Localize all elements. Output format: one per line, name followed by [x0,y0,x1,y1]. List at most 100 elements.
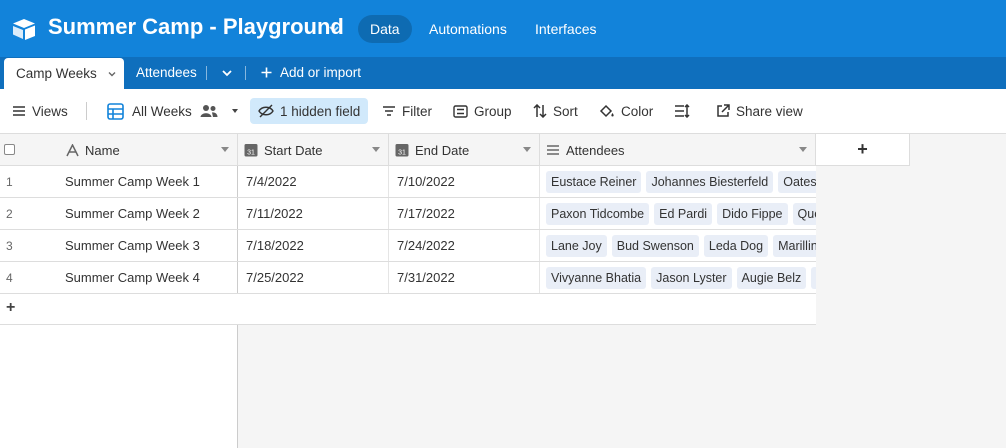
row-height-icon [675,104,690,118]
select-all-checkbox[interactable] [4,144,15,155]
caret-down-icon[interactable] [372,147,380,152]
start-date-cell[interactable]: 7/11/2022 [238,198,389,229]
add-column-button[interactable]: + [816,134,910,166]
end-date-cell[interactable]: 7/24/2022 [389,230,540,261]
attendee-chip[interactable]: Marillin D [773,234,816,257]
chevron-down-icon[interactable] [327,22,341,36]
start-date-cell[interactable]: 7/18/2022 [238,230,389,261]
nav-interfaces[interactable]: Interfaces [523,15,608,43]
views-button[interactable]: Views [12,89,68,133]
color-label: Color [621,103,654,119]
table-row[interactable]: 1 Summer Camp Week 1 7/4/2022 7/10/2022 … [0,166,816,198]
sort-icon [533,104,547,118]
nav-data[interactable]: Data [358,15,412,43]
caret-down-icon[interactable] [523,147,531,152]
filter-icon [383,106,395,116]
attendee-chip[interactable]: Johannes Biesterfeld [646,170,774,193]
column-header-attendees[interactable]: Attendees [540,134,816,166]
tab-camp-weeks[interactable]: Camp Weeks [4,58,124,89]
caret-down-icon[interactable] [221,147,229,152]
hidden-fields-label: 1 hidden field [280,103,361,119]
tab-divider [206,66,207,80]
eye-hidden-icon [258,104,274,118]
add-or-import-button[interactable]: Add or import [261,57,361,89]
calendar-icon: 31 [395,144,409,157]
group-label: Group [474,103,512,119]
attendee-chip[interactable]: Lane Joy [546,234,607,257]
attendee-chip[interactable]: Oates B [778,170,816,193]
calendar-icon: 31 [244,144,258,157]
tab-attendees[interactable]: Attendees [136,57,197,89]
name-cell[interactable]: Summer Camp Week 1 [60,166,238,197]
row-number: 2 [6,206,13,221]
column-label: End Date [415,142,470,158]
tab-divider [245,66,246,80]
grid-view-icon [107,102,124,120]
column-label: Attendees [566,142,625,158]
views-label: Views [32,103,68,119]
caret-down-icon[interactable] [799,147,807,152]
table-row[interactable]: 4 Summer Camp Week 4 7/25/2022 7/31/2022… [0,262,816,294]
name-cell[interactable]: Summer Camp Week 3 [60,230,238,261]
svg-text:31: 31 [398,150,406,157]
row-number: 4 [6,270,13,285]
attendee-chip[interactable]: Dido Fippe [717,202,788,225]
color-button[interactable]: Color [599,89,653,133]
add-record-row[interactable]: + [0,294,816,325]
chevron-down-icon[interactable] [220,66,234,80]
svg-text:31: 31 [247,150,255,157]
column-header-start-date[interactable]: 31 Start Date [238,134,389,166]
airtable-logo-icon[interactable] [12,18,36,40]
end-date-cell[interactable]: 7/17/2022 [389,198,540,229]
add-or-import-label: Add or import [280,65,362,80]
start-date-cell[interactable]: 7/25/2022 [238,262,389,293]
attendees-cell[interactable]: Lane Joy Bud Swenson Leda Dog Marillin D [540,230,816,261]
tab-label: Camp Weeks [16,66,97,81]
column-header-name[interactable]: Name [60,134,238,166]
attendee-chip[interactable]: Eustace Reiner [546,170,642,193]
column-label: Start Date [264,142,323,158]
toolbar-divider [86,102,87,120]
base-title[interactable]: Summer Camp - Playground [48,14,344,40]
nav-automations[interactable]: Automations [417,15,519,43]
attendees-cell[interactable]: Eustace Reiner Johannes Biesterfeld Oate… [540,166,816,197]
select-all-cell [0,134,60,166]
table-row[interactable]: 2 Summer Camp Week 2 7/11/2022 7/17/2022… [0,198,816,230]
table-tabs-bar: Camp Weeks Attendees Add or import [0,57,1006,89]
start-date-cell[interactable]: 7/4/2022 [238,166,389,197]
sort-button[interactable]: Sort [533,89,578,133]
share-icon [717,104,730,117]
people-icon [200,105,218,117]
row-height-button[interactable] [674,89,696,133]
attendee-chip[interactable]: Augie Belz [736,266,807,289]
attendee-chip[interactable]: Jason Lyster [651,266,732,289]
attendee-chip[interactable]: Bud Swenson [611,234,699,257]
group-icon [453,104,468,118]
share-view-button[interactable]: Share view [716,89,803,133]
table-row[interactable]: 3 Summer Camp Week 3 7/18/2022 7/24/2022… [0,230,816,262]
attendee-chip[interactable]: Ro [811,266,816,289]
column-label: Name [85,142,120,158]
attendee-chip[interactable]: Vivyanne Bhatia [546,266,647,289]
attendee-chip[interactable]: Quer [792,202,816,225]
attendee-chip[interactable]: Ed Pardi [654,202,713,225]
end-date-cell[interactable]: 7/10/2022 [389,166,540,197]
filter-label: Filter [402,103,432,119]
attendee-chip[interactable]: Leda Dog [703,234,769,257]
chevron-down-icon[interactable] [107,69,117,79]
hidden-fields-button[interactable]: 1 hidden field [250,98,369,124]
attendees-cell[interactable]: Paxon Tidcombe Ed Pardi Dido Fippe Quer [540,198,816,229]
filter-button[interactable]: Filter [382,89,432,133]
end-date-cell[interactable]: 7/31/2022 [389,262,540,293]
paint-bucket-icon [599,104,614,118]
name-cell[interactable]: Summer Camp Week 2 [60,198,238,229]
name-cell[interactable]: Summer Camp Week 4 [60,262,238,293]
group-button[interactable]: Group [453,89,512,133]
add-record-button[interactable]: + [6,299,15,317]
plus-icon [261,67,272,78]
view-switcher[interactable]: All Weeks [107,89,246,133]
attendee-chip[interactable]: Paxon Tidcombe [546,202,650,225]
column-header-end-date[interactable]: 31 End Date [389,134,540,166]
attendees-cell[interactable]: Vivyanne Bhatia Jason Lyster Augie Belz … [540,262,816,293]
view-name: All Weeks [132,103,192,119]
